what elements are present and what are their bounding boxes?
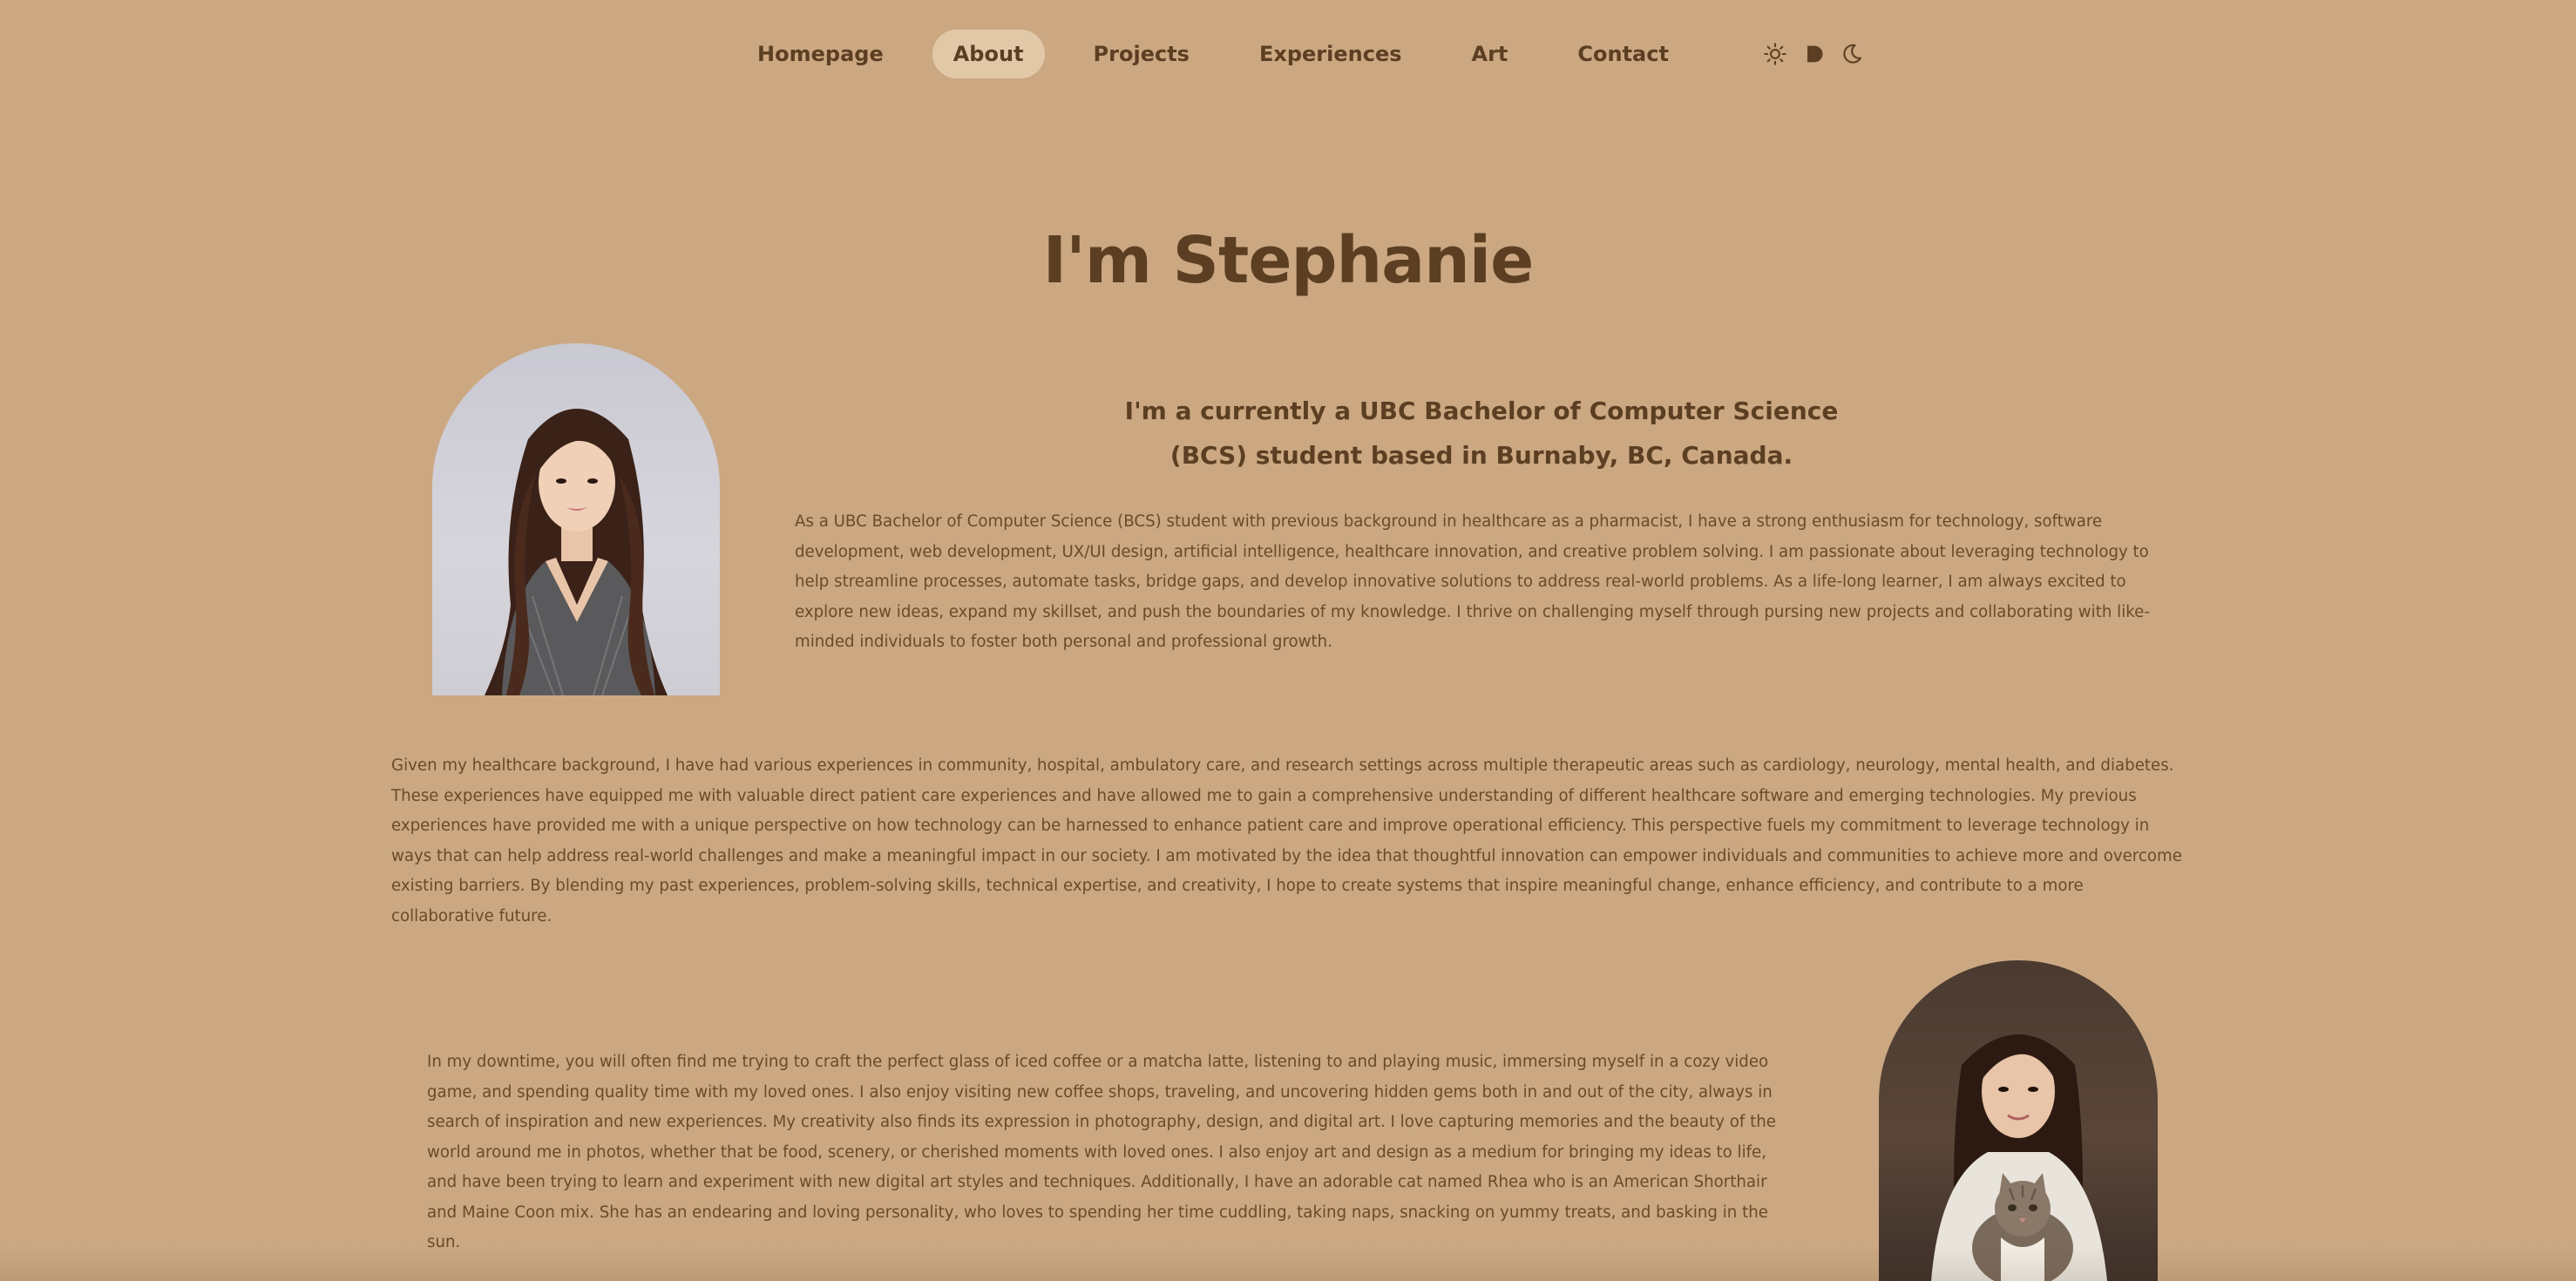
nav-list: Homepage About Projects Experiences Art …	[722, 30, 1871, 78]
intro-subtitle-line-1: I'm a currently a UBC Bachelor of Comput…	[1124, 396, 1839, 425]
top-navigation: Homepage About Projects Experiences Art …	[0, 28, 2576, 80]
theme-toggle-icon[interactable]	[1798, 38, 1829, 70]
nav-item-homepage[interactable]: Homepage	[736, 30, 905, 78]
nav-item-experiences[interactable]: Experiences	[1238, 30, 1423, 78]
about-page: Homepage About Projects Experiences Art …	[0, 0, 2576, 1281]
intro-paragraph: As a UBC Bachelor of Computer Science (B…	[795, 512, 2150, 651]
nav-item-about[interactable]: About	[932, 30, 1045, 78]
intro-subtitle-line-2: (BCS) student based in Burnaby, BC, Cana…	[1169, 441, 1793, 470]
hobbies-paragraph: In my downtime, you will often find me t…	[427, 1053, 1776, 1251]
nav-item-art[interactable]: Art	[1451, 30, 1529, 78]
sun-icon[interactable]	[1759, 38, 1791, 70]
theme-controls	[1756, 38, 1871, 70]
page-title: I'm Stephanie	[1042, 223, 1535, 298]
intro-subtitle: I'm a currently a UBC Bachelor of Comput…	[1081, 389, 1882, 478]
cat-photo	[1879, 960, 2158, 1281]
nav-item-contact[interactable]: Contact	[1556, 30, 1690, 78]
background-paragraph: Given my healthcare background, I have h…	[391, 756, 2182, 925]
moon-icon[interactable]	[1836, 38, 1868, 70]
profile-photo	[432, 343, 720, 695]
nav-item-projects[interactable]: Projects	[1073, 30, 1210, 78]
